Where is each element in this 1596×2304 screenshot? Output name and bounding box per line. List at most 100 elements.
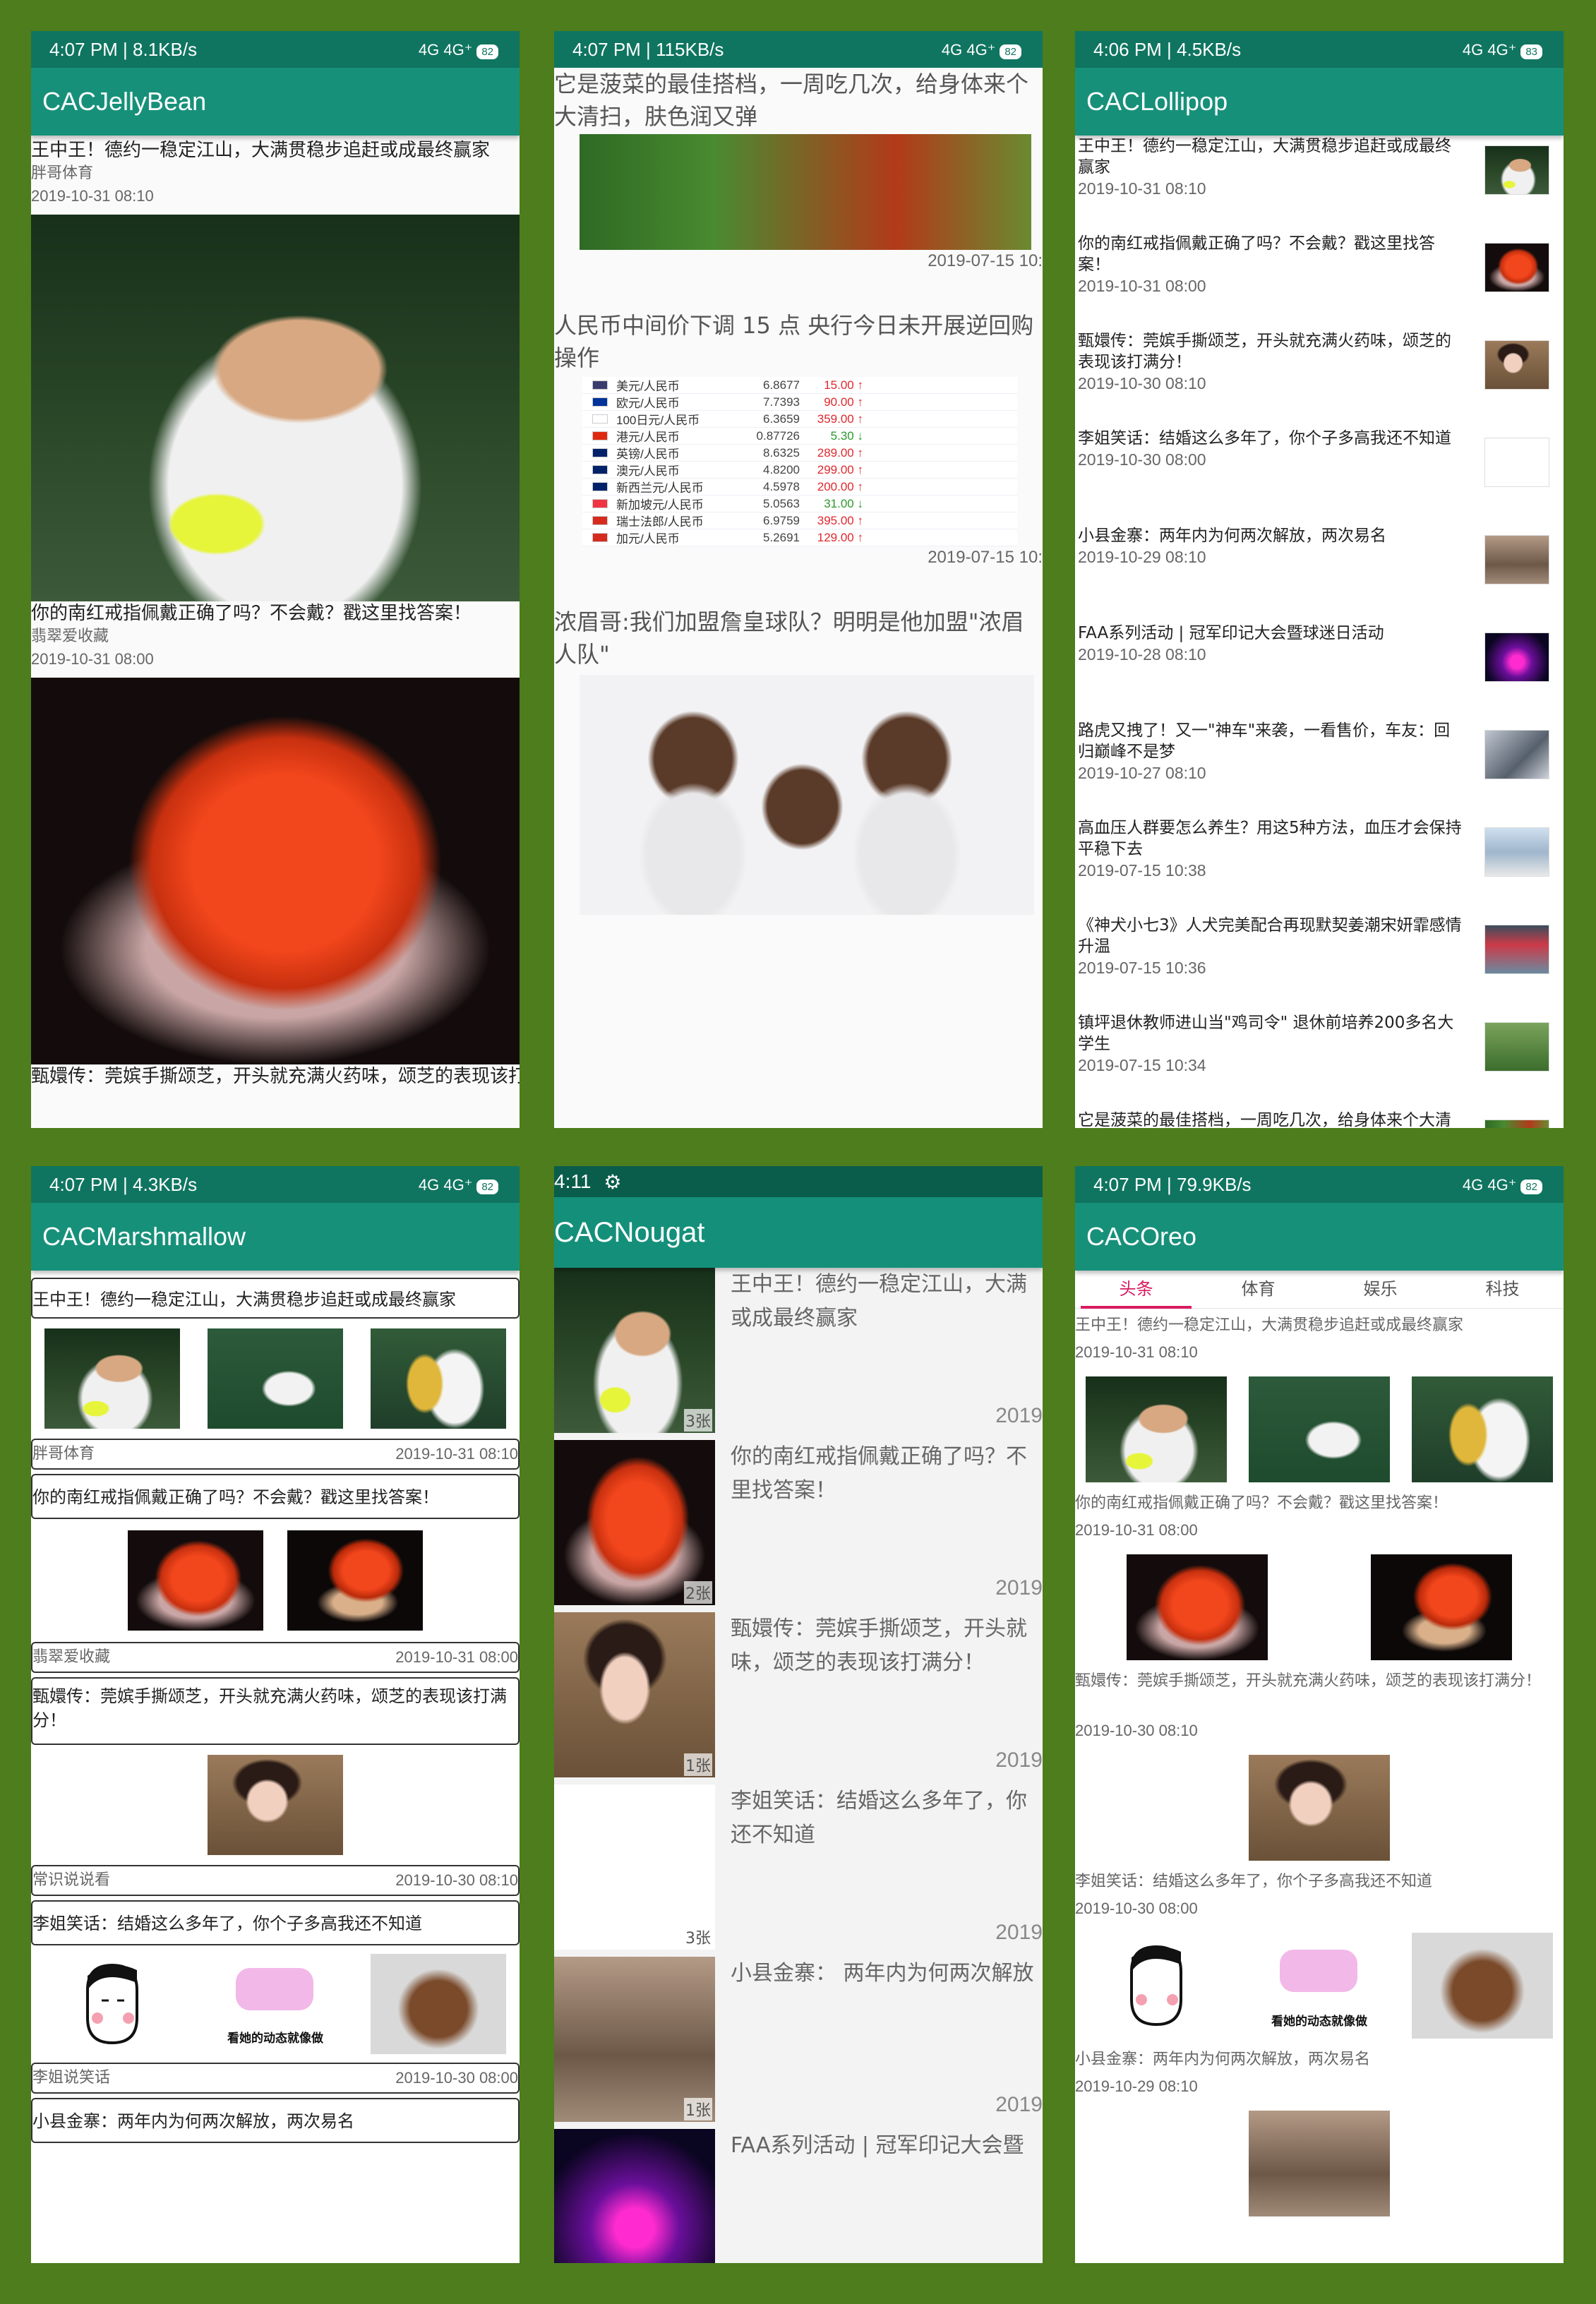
list-item[interactable]: 3张 李姐笑话：结婚这么多年了，你 还不知道 2019 [554,1784,1043,1957]
tab-headline[interactable]: 头条 [1075,1271,1197,1309]
list-item[interactable]: 王中王！德约一稳定江山，大满贯稳步追赶或成最终赢家 胖哥体育 2019-10-3… [31,136,520,601]
rate-value: 4.5978 [763,479,800,493]
flag-icon [592,380,608,390]
item-date: 2019-07-15 10:38 [1078,861,1206,880]
item-title-line: 里找答案！ [731,1478,836,1503]
thumbnail-image [1484,730,1549,779]
list-item[interactable]: 甄嬛传：莞嫔手撕颂芝，开头就充满火药味，颂芝的表现该打满分！ 2019-10-30… [1075,330,1564,428]
rate-value: 7.7393 [763,395,800,409]
item-title-line: 还不知道 [731,1823,815,1847]
news-list[interactable]: 王中王！德约一稳定江山，大满贯稳步追赶或成最终赢家 2019-10-31 08:1… [1075,136,1564,1128]
status-bar: 4:07 PM | 79.9KB/s 4G 4G⁺ 82 [1075,1166,1564,1203]
news-list[interactable]: 王中王！德约一稳定江山，大满贯稳步追赶或成最终赢家 胖哥体育 2019-10-3… [31,136,520,1128]
item-source: 常识说说看 [32,1871,111,1889]
item-title: 它是菠菜的最佳搭档，一周吃几次，给身体来个大清扫，肤色润又弹 [554,71,1029,130]
rate-change: 31.00 ↓ [824,496,863,510]
rate-row: 欧元/人民币 7.7393 90.00 ↑ [582,394,1017,411]
status-bar: 4:07 PM | 115KB/s 4G 4G⁺ 82 [554,31,1043,68]
rate-name: 欧元/人民币 [616,397,680,410]
list-item[interactable]: 李姐笑话：结婚这么多年了，你个子多高我还不知道 2019-10-30 08:00 [1075,428,1564,525]
rate-name: 加元/人民币 [616,532,680,546]
news-image [1411,1376,1553,1482]
list-item[interactable]: FAA系列活动 | 冠军印记大会暨 [554,2129,1043,2263]
item-title: 李姐笑话：结婚这么多年了，你个子多高我还不知道 [1078,429,1451,448]
arrow-icon: ↑ [857,445,864,460]
list-item[interactable]: 《神犬小七3》人犬完美配合再现默契姜潮宋妍霏感情升温 2019-07-15 10:… [1075,915,1564,1012]
news-list[interactable]: 它是菠菜的最佳搭档，一周吃几次，给身体来个大清扫，肤色润又弹 2019-07-1… [554,68,1043,1128]
item-title: FAA系列活动 | 冠军印记大会暨球迷日活动 [1078,624,1384,642]
news-card[interactable]: 李姐笑话：结婚这么多年了，你个子多高我还不知道 [31,1900,520,1945]
news-card[interactable]: 王中王！德约一稳定江山，大满贯稳步追赶或成最终赢家 [31,1278,520,1319]
news-card[interactable]: 你的南红戒指佩戴正确了吗？不会戴？戳这里找答案！ [31,1474,520,1519]
card-footer: 翡翠爱收藏 2019-10-31 08:00 [31,1642,520,1673]
news-card[interactable]: 小县金寨：两年内为何两次解放，两次易名 [31,2098,520,2143]
list-item[interactable]: 浓眉哥:我们加盟詹皇球队？明明是他加盟"浓眉人队" [554,606,1043,915]
rate-change: 90.00 ↑ [824,395,863,409]
item-title: 李姐笑话：结婚这么多年了，你个子多高我还不知道 [32,1914,422,1933]
item-date: 2019-10-29 08:10 [1078,548,1206,566]
list-item[interactable]: 2张 你的南红戒指佩戴正确了吗？不 里找答案！ 2019 [554,1440,1043,1612]
tab-entertainment[interactable]: 娱乐 [1319,1271,1441,1308]
list-item[interactable]: 甄嬛传：莞嫔手撕颂芝，开头就充满火药味，颂芝的表现该打满分！ [31,1064,520,1088]
news-image [1249,2111,1390,2216]
news-list[interactable]: 王中王！德约一稳定江山，大满贯稳步追赶或成最终赢家 胖哥体育 2019-10-3… [31,1271,520,2263]
list-item[interactable]: 小县金寨：两年内为何两次解放，两次易名 2019-10-29 08:10 [1075,2048,1564,2224]
news-image [128,1530,263,1631]
rate-value: 6.8677 [763,378,800,392]
item-title: 《神犬小七3》人犬完美配合再现默契姜潮宋妍霏感情升温 [1078,916,1462,956]
list-item[interactable]: 它是菠菜的最佳搭档，一周吃几次，给身体来个大清扫，肤色润又弹2019-07-15… [1075,1110,1564,1128]
list-item[interactable]: 李姐笑话：结婚这么多年了，你个子多高我还不知道 2019-10-30 08:00… [1075,1871,1564,2046]
flag-icon [592,465,608,474]
list-item[interactable]: 1张 小县金寨： 两年内为何两次解放 2019 [554,1957,1043,2129]
item-title: 王中王！德约一稳定江山，大满贯稳步追赶或成最终赢家 [31,140,491,161]
status-time: 4:07 PM [1093,1173,1162,1195]
rate-table: 美元/人民币 6.8677 15.00 ↑ 欧元/人民币 7.7393 90.00 ↑ 10… [582,377,1017,546]
list-item[interactable]: 路虎又拽了！又一"神车"来袭，一看售价，车友：回归巅峰不是梦 2019-10-27… [1075,720,1564,817]
tab-sports[interactable]: 体育 [1197,1271,1319,1308]
item-date: 2019-10-27 08:10 [1078,764,1206,782]
rate-row: 加元/人民币 5.2691 129.00 ↑ [582,529,1017,546]
list-item[interactable]: 人民币中间价下调 15 点 央行今日未开展逆回购操作 美元/人民币 6.8677 1… [554,309,1043,569]
list-item[interactable]: 镇坪退休教师进山当"鸡司令" 退休前培养200多名大学生 2019-07-15 1… [1075,1012,1564,1110]
list-item[interactable]: 你的南红戒指佩戴正确了吗？不会戴？戳这里找答案！ 2019-10-31 08:00 [1075,233,1564,330]
thumbnail-image [1484,925,1549,974]
list-item[interactable]: 你的南红戒指佩戴正确了吗？不会戴？戳这里找答案！ 2019-10-31 08:0… [1075,1492,1564,1667]
list-item[interactable]: 甄嬛传：莞嫔手撕颂芝，开头就充满火药味，颂芝的表现该打满分！ 2019-10-3… [1075,1670,1564,1868]
rate-row: 港元/人民币 0.87726 5.30 ↓ [582,428,1017,445]
rate-change: 129.00 ↑ [817,530,863,544]
list-item[interactable]: FAA系列活动 | 冠军印记大会暨球迷日活动 2019-10-28 08:10 [1075,623,1564,720]
news-image [580,675,1034,915]
list-item[interactable]: 小县金寨：两年内为何两次解放，两次易名 2019-10-29 08:10 [1075,525,1564,623]
list-item[interactable]: 它是菠菜的最佳搭档，一周吃几次，给身体来个大清扫，肤色润又弹 2019-07-1… [554,68,1043,272]
list-item[interactable]: 1张 甄嬛传：莞嫔手撕颂芝，开头就 味，颂芝的表现该打满分！ 2019 [554,1612,1043,1784]
tab-tech[interactable]: 科技 [1441,1271,1564,1308]
news-list[interactable]: 3张 王中王！德约一稳定江山，大满 或成最终赢家 2019 2张 你的南红戒指佩戴正确了吗… [554,1268,1043,2263]
list-item[interactable]: 王中王！德约一稳定江山，大满贯稳步追赶或成最终赢家 2019-10-31 08:… [1075,1314,1564,1489]
tab-bar: 头条 体育 娱乐 科技 [1075,1271,1564,1309]
rate-change: 200.00 ↑ [817,479,863,493]
item-date: 2019-10-31 08:00 [31,650,154,668]
item-title: 小县金寨：两年内为何两次解放，两次易名 [1078,527,1386,545]
card-footer: 李姐说笑话 2019-10-30 08:00 [31,2063,520,2094]
thumbnail-image [1484,535,1549,584]
news-image [207,1328,343,1429]
image-row: 看她的动态就像做 [31,1945,520,2063]
list-item[interactable]: 王中王！德约一稳定江山，大满贯稳步追赶或成最终赢家 2019-10-31 08:1… [1075,136,1564,233]
news-feed[interactable]: 头条 体育 娱乐 科技 王中王！德约一稳定江山，大满贯稳步追赶或成最终赢家 20… [1075,1271,1564,2263]
status-bar: 4:07 PM | 8.1KB/s 4G 4G⁺ 82 [31,31,520,68]
item-source: 翡翠爱收藏 [31,628,109,645]
rate-value: 5.2691 [763,530,800,544]
arrow-icon: ↑ [857,378,864,392]
item-title: 你的南红戒指佩戴正确了吗？不会戴？戳这里找答案！ [1075,1494,1448,1512]
item-title-line: 小县金寨： 两年内为何两次解放 [731,1961,1034,1986]
flag-icon [592,516,608,525]
list-item[interactable]: 你的南红戒指佩戴正确了吗？不会戴？戳这里找答案！ 翡翠爱收藏 2019-10-3… [31,601,520,1064]
rate-name: 瑞士法郎/人民币 [616,515,704,529]
news-card[interactable]: 甄嬛传：莞嫔手撕颂芝，开头就充满火药味，颂芝的表现该打满分！ [31,1677,520,1745]
phone-jellybean: 4:07 PM | 8.1KB/s 4G 4G⁺ 82 CACJellyBean … [31,31,520,1128]
list-item[interactable]: 高血压人群要怎么养生？用这5种方法，血压才会保持平稳下去 2019-07-15 1… [1075,817,1564,915]
cartoon-caption: 看她的动态就像做 [227,2032,323,2046]
list-item[interactable]: 3张 王中王！德约一稳定江山，大满 或成最终赢家 2019 [554,1268,1043,1440]
rate-name: 美元/人民币 [616,380,680,393]
item-title: 高血压人群要怎么养生？用这5种方法，血压才会保持平稳下去 [1078,819,1462,858]
